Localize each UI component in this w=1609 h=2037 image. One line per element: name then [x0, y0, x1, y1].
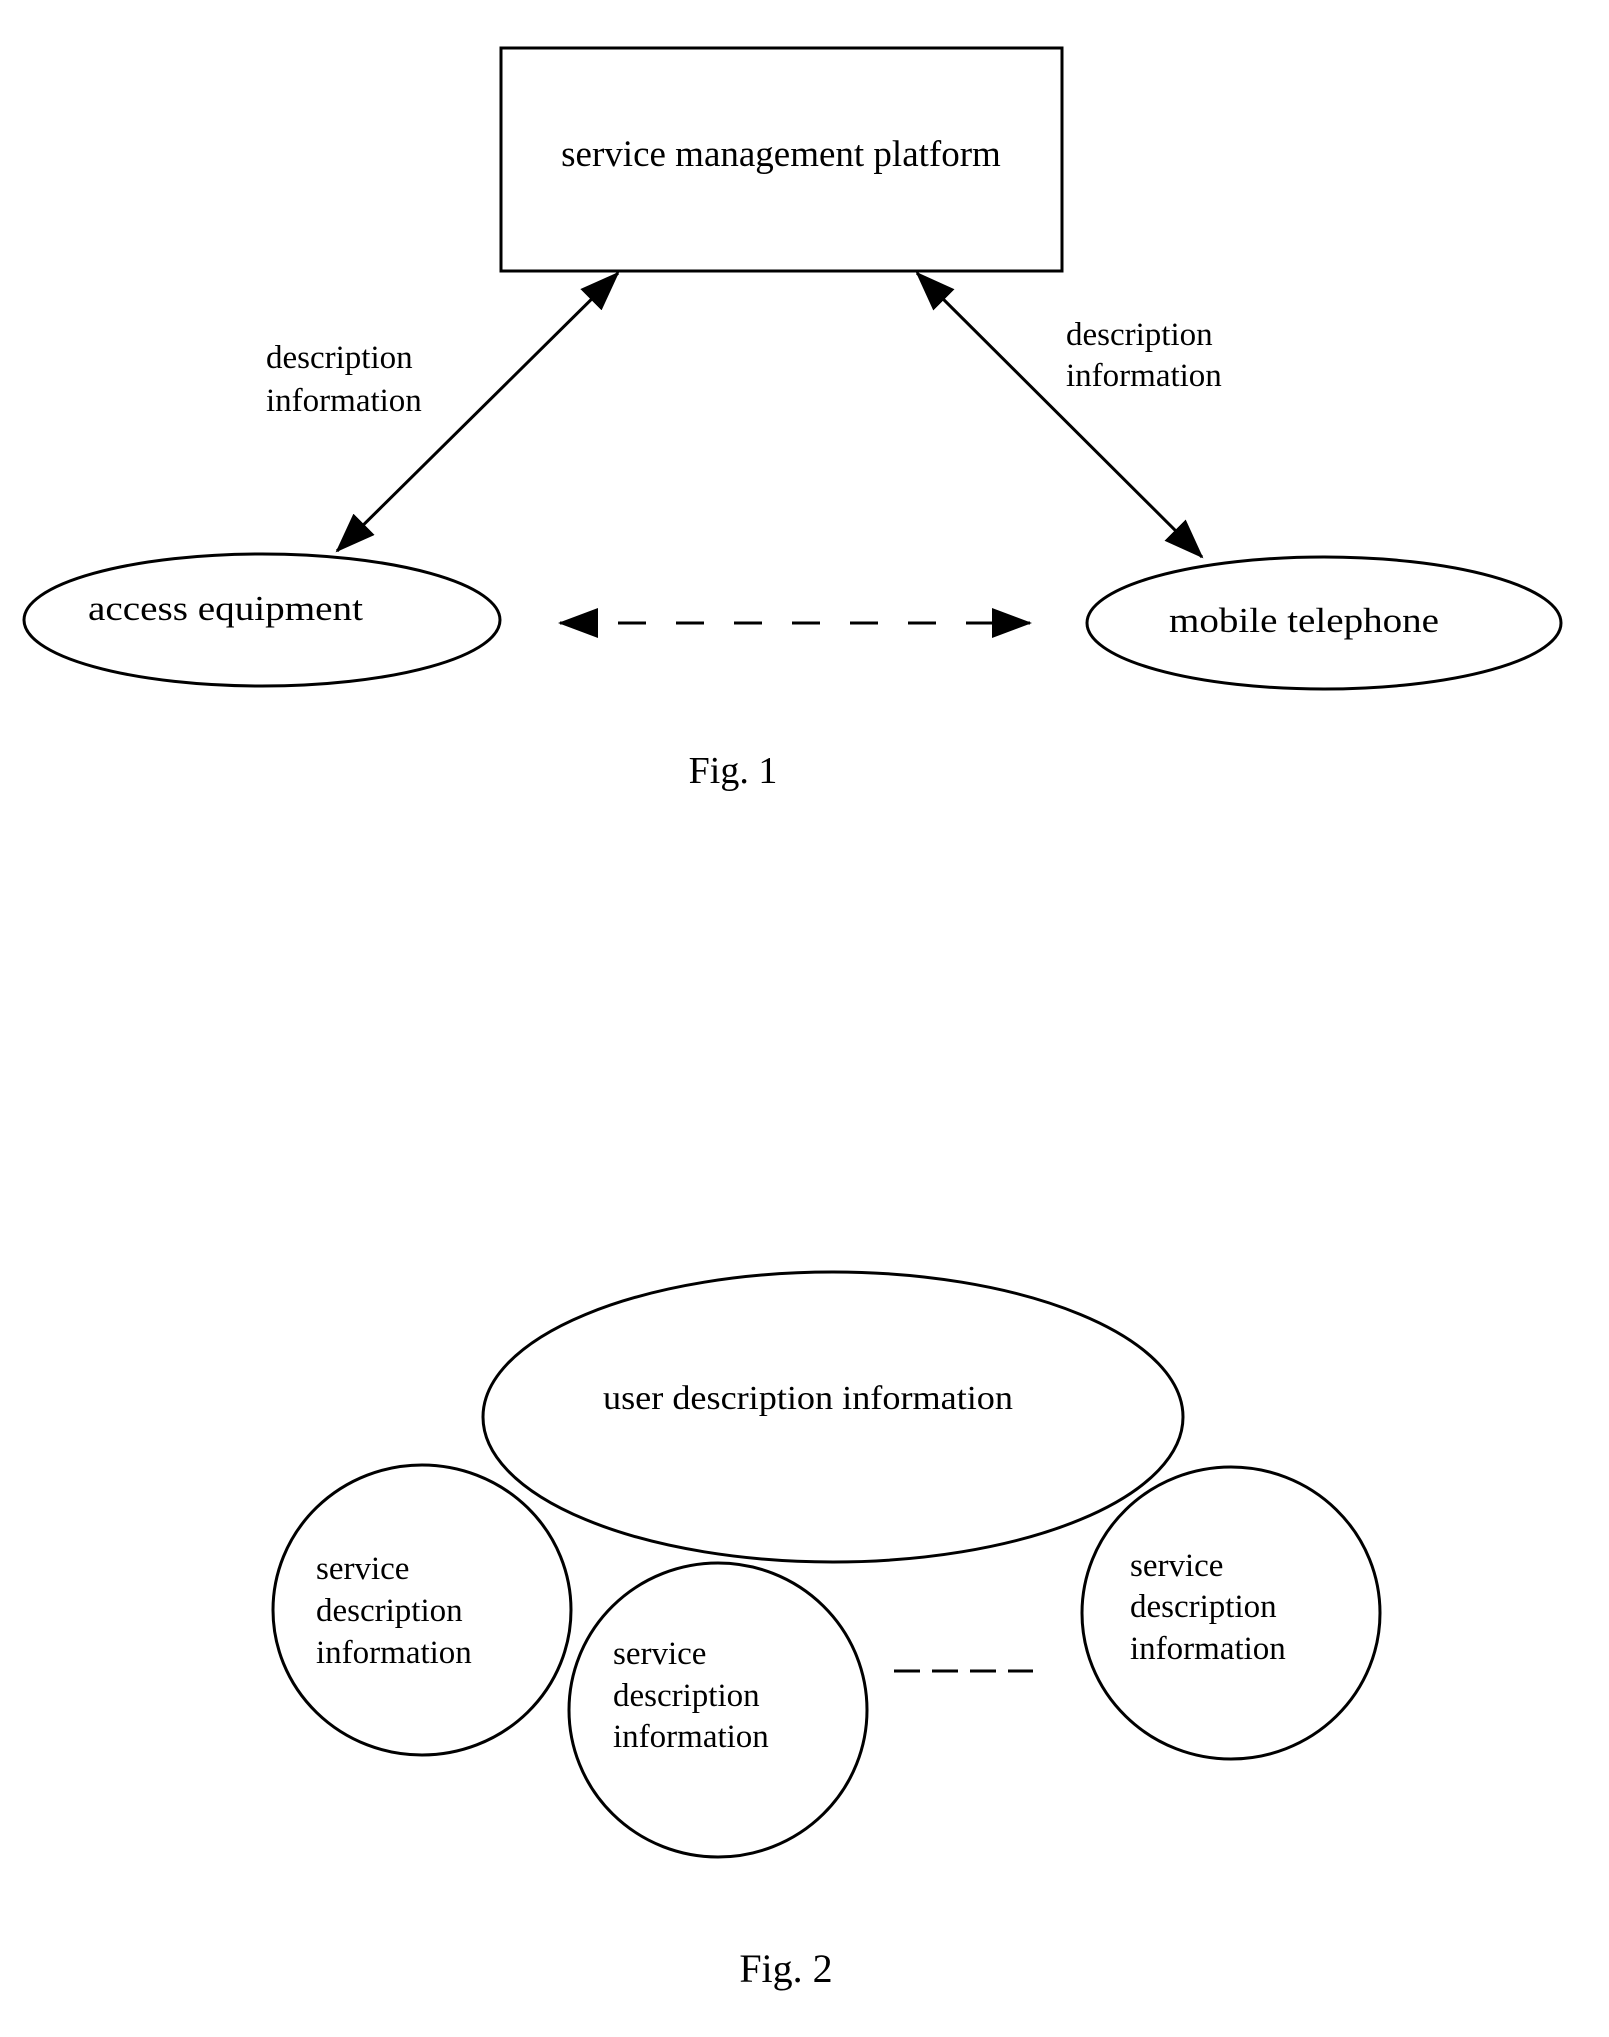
left-edge-label-line-2: information	[266, 383, 422, 419]
service-1-line-3: information	[316, 1635, 472, 1671]
service-2-line-1: service	[613, 1636, 706, 1672]
service-3-line-2: description	[1130, 1589, 1277, 1625]
service-2-line-2: description	[613, 1678, 760, 1714]
figure-1: service management platform description …	[22, 46, 1563, 792]
right-edge-label-line-1: description	[1066, 317, 1213, 353]
access-equipment-label: access equipment	[88, 589, 363, 628]
service-1-line-1: service	[316, 1551, 409, 1587]
left-edge-label-line-1: description	[266, 340, 413, 376]
service-1-line-2: description	[316, 1593, 463, 1629]
mobile-telephone-label: mobile telephone	[1169, 601, 1439, 640]
platform-mobile-arrow	[915, 271, 1204, 559]
figure-2-caption: Fig. 2	[739, 1946, 832, 1991]
figure-1-caption: Fig. 1	[689, 750, 778, 792]
user-description-ellipse	[481, 1270, 1185, 1564]
patent-figures-canvas: service management platform description …	[22, 46, 1563, 1991]
user-description-label: user description information	[603, 1380, 1013, 1417]
right-edge-label-line-2: information	[1066, 358, 1222, 394]
service-2-line-3: information	[613, 1719, 769, 1755]
service-3-line-1: service	[1130, 1548, 1223, 1584]
figure-2: user description information service des…	[271, 1270, 1382, 1991]
service-management-platform-label: service management platform	[561, 134, 1001, 175]
service-3-line-3: information	[1130, 1631, 1286, 1667]
